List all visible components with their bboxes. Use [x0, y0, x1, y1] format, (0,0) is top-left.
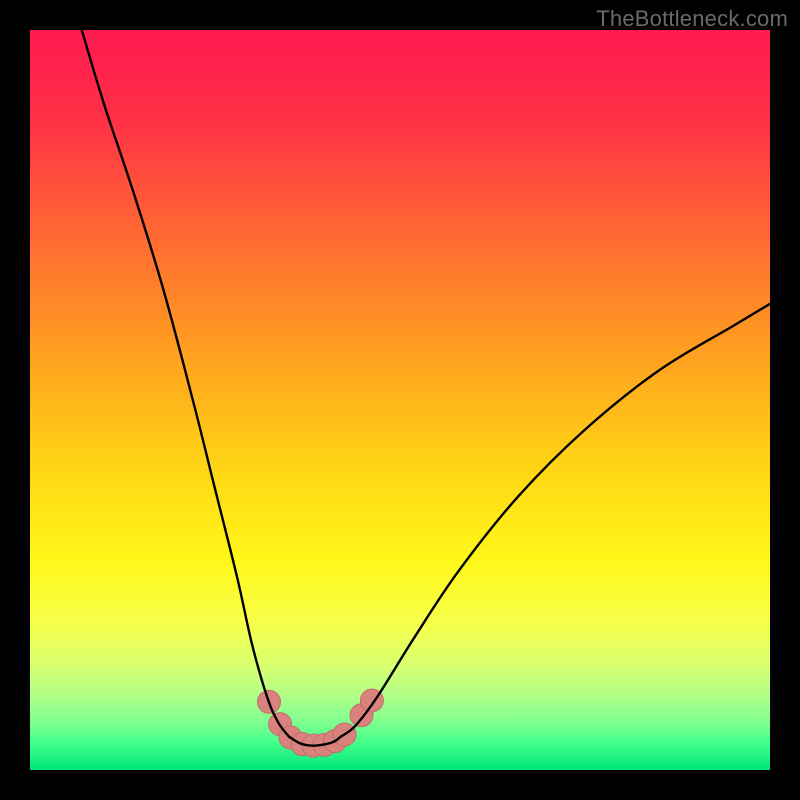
curve-left-branch: [82, 30, 289, 737]
marker-group: [258, 689, 384, 757]
curve-right-branch: [341, 304, 770, 737]
watermark-text: TheBottleneck.com: [596, 6, 788, 32]
chart-frame: TheBottleneck.com: [0, 0, 800, 800]
plot-area: [30, 30, 770, 770]
curve-layer: [30, 30, 770, 770]
